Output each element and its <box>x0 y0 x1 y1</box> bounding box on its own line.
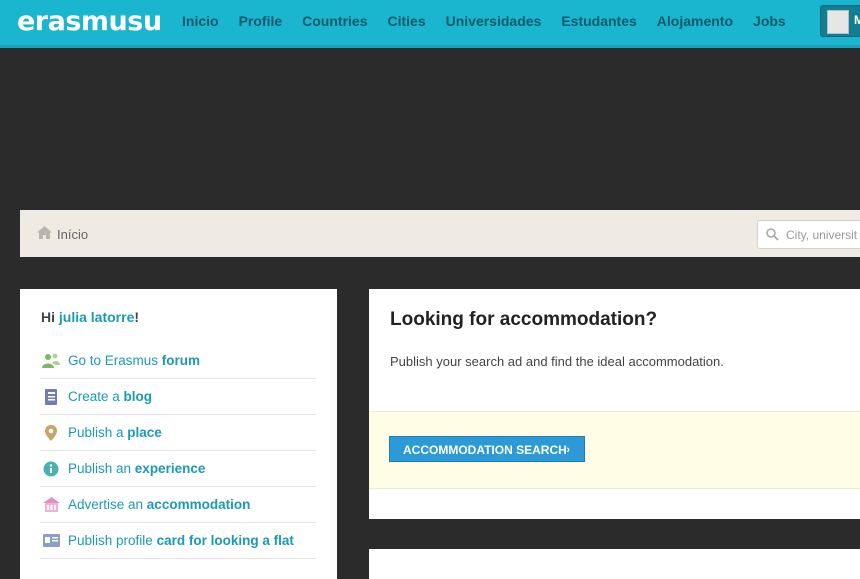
people-icon <box>42 352 60 370</box>
user-menu-button[interactable]: M <box>820 5 860 37</box>
accommodation-card: Looking for accommodation? Publish your … <box>369 289 860 519</box>
avatar <box>827 10 849 34</box>
nav-universidades[interactable]: Universidades <box>446 0 542 45</box>
menu-item-accommodation[interactable]: Advertise an accommodation <box>40 487 316 523</box>
menu-item-experience-bold: experience <box>134 461 206 476</box>
nav-jobs[interactable]: Jobs <box>753 0 786 45</box>
id-card-icon <box>42 532 60 550</box>
menu-item-accommodation-pre: Advertise an <box>68 497 147 512</box>
search-box <box>757 220 860 249</box>
accommodation-search-button[interactable]: ACCOMMODATION SEARCH › <box>389 436 585 462</box>
menu-item-forum-bold: forum <box>161 353 201 368</box>
greeting-prefix: Hi <box>41 309 59 325</box>
menu-item-place-pre: Publish a <box>68 425 128 440</box>
user-menu-initial: M <box>854 13 860 27</box>
info-icon <box>42 460 60 478</box>
nav-profile[interactable]: Profile <box>239 0 283 45</box>
map-pin-icon <box>42 424 60 442</box>
notebook-icon <box>42 388 60 406</box>
main-nav: Inicio Profile Countries Cities Universi… <box>182 0 806 45</box>
top-navigation-bar: erasmusu Inicio Profile Countries Cities… <box>0 0 860 48</box>
menu-item-blog-pre: Create a <box>68 389 124 404</box>
nav-countries[interactable]: Countries <box>302 0 367 45</box>
breadcrumb-home[interactable]: Início <box>57 227 88 242</box>
nav-estudantes[interactable]: Estudantes <box>561 0 636 45</box>
action-menu: Go to Erasmus forum Create a blog Publis… <box>40 343 316 559</box>
greeting-suffix: ! <box>134 309 140 325</box>
menu-item-accommodation-bold: accommodation <box>146 497 251 512</box>
menu-item-profile-card[interactable]: Publish profile card for looking a flat <box>40 523 316 559</box>
menu-item-profile-card-bold: card for looking a flat <box>156 533 294 548</box>
search-icon <box>766 228 779 246</box>
menu-item-blog[interactable]: Create a blog <box>40 379 316 415</box>
menu-item-blog-bold: blog <box>123 389 153 404</box>
home-icon[interactable] <box>37 226 52 244</box>
menu-item-forum-pre: Go to Erasmus <box>68 353 162 368</box>
menu-item-experience-pre: Publish an <box>68 461 135 476</box>
menu-item-experience[interactable]: Publish an experience <box>40 451 316 487</box>
breadcrumb: Início <box>20 210 860 257</box>
greeting: Hi julia latorre! <box>41 309 139 325</box>
erasmusu-logo[interactable]: erasmusu <box>17 6 162 37</box>
user-actions-panel: Hi julia latorre! Go to Erasmus forum Cr… <box>20 289 337 579</box>
accommodation-action-area: ACCOMMODATION SEARCH › <box>369 411 860 489</box>
accommodation-title: Looking for accommodation? <box>390 309 658 330</box>
accommodation-description: Publish your search ad and find the idea… <box>390 354 724 369</box>
nav-alojamento[interactable]: Alojamento <box>657 0 733 45</box>
chevron-right-icon: › <box>566 444 570 456</box>
menu-item-place[interactable]: Publish a place <box>40 415 316 451</box>
nav-cities[interactable]: Cities <box>387 0 425 45</box>
menu-item-forum[interactable]: Go to Erasmus forum <box>40 343 316 379</box>
menu-item-place-bold: place <box>127 425 162 440</box>
search-input[interactable] <box>784 225 860 245</box>
menu-item-profile-card-pre: Publish profile <box>68 533 157 548</box>
accommodation-search-label: ACCOMMODATION SEARCH <box>403 443 567 457</box>
house-icon <box>42 496 60 514</box>
next-card <box>369 549 860 579</box>
nav-inicio[interactable]: Inicio <box>182 0 219 45</box>
username-link[interactable]: julia latorre <box>59 309 134 325</box>
